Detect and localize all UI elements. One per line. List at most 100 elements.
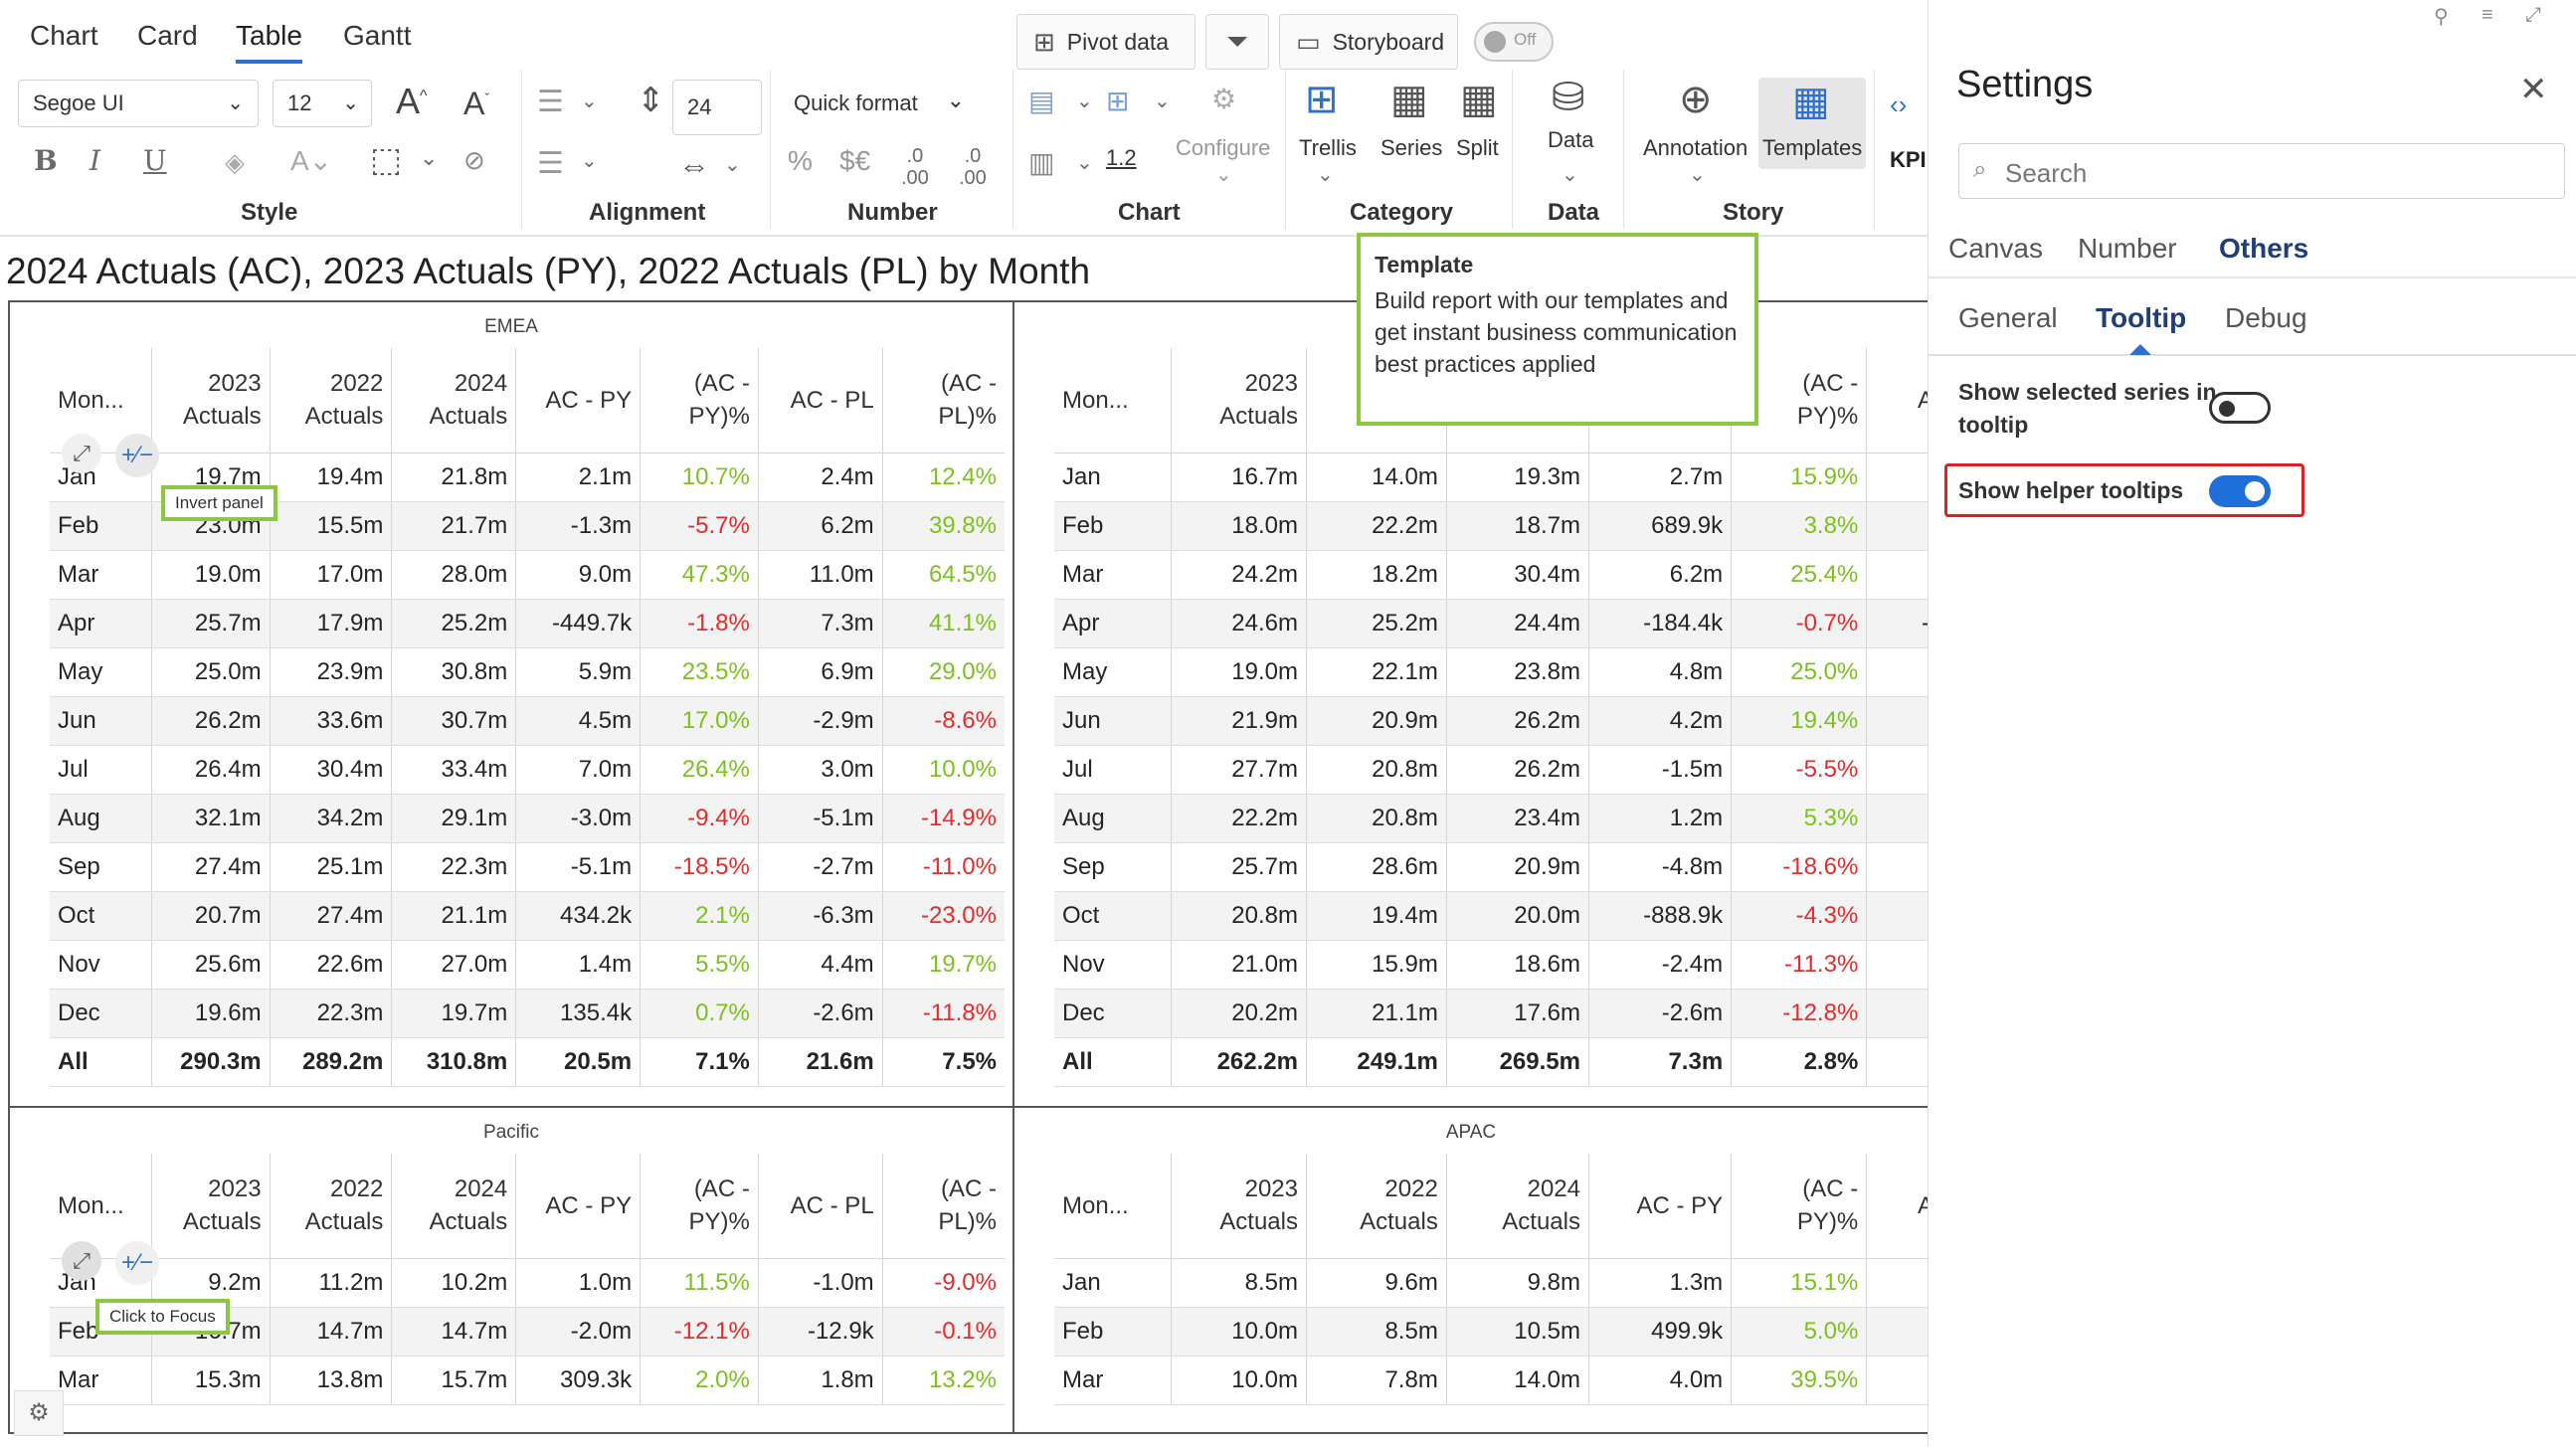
invert-panel-icon[interactable]: +⁄− [115, 434, 159, 477]
trellis-label[interactable]: Trellis [1299, 135, 1357, 161]
series-label[interactable]: Series [1380, 135, 1442, 161]
chevron-down-icon[interactable]: ⌄ [1562, 165, 1578, 185]
column-width-icon[interactable]: ⇔ [678, 149, 710, 181]
kpi-icon[interactable]: ‹› [1890, 91, 1907, 117]
pivot-data-button[interactable]: ⊞ Pivot data [1016, 14, 1196, 70]
table-row[interactable]: Jul27.7m20.8m26.2m-1.5m-5.5%5.4m [1054, 745, 1928, 795]
column-header[interactable]: 2024 Actuals [391, 1154, 516, 1259]
table-row[interactable]: Jan16.7m14.0m19.3m2.7m15.9%5.4m [1054, 452, 1928, 502]
chevron-down-icon[interactable]: ⌄ [1317, 165, 1334, 185]
panel-pacific[interactable]: Pacific Mon... 2023 Actuals 2022 Actuals 20… [8, 1106, 1014, 1434]
column-header[interactable]: AC - PY [515, 348, 641, 453]
search-input[interactable]: ⌕ Search [1958, 143, 2565, 199]
table-total-row[interactable]: All262.2m249.1m269.5m7.3m2.8%20.4m [1054, 1036, 1928, 1087]
table-row[interactable]: May 25.0m 23.9m 30.8m 5.9m 23.5% 6.9m 29.0% [50, 647, 1005, 697]
chevron-down-icon[interactable]: ⌄ [1689, 165, 1706, 185]
data-button-label[interactable]: Data [1548, 127, 1593, 153]
table-row[interactable]: Sep25.7m28.6m20.9m-4.8m-18.6%-7.6m [1054, 842, 1928, 892]
chevron-down-icon[interactable]: ⌄ [1076, 91, 1093, 111]
expand-icon[interactable]: ⤢ [2525, 4, 2541, 27]
configure-label[interactable]: Configure [1176, 135, 1270, 161]
chevron-down-icon[interactable]: ⌄ [724, 155, 741, 175]
annotation-icon[interactable]: ⊕ [1679, 80, 1713, 119]
italic-icon[interactable]: I [90, 147, 100, 175]
table-row[interactable]: Nov21.0m15.9m18.6m-2.4m-11.3%2.7m [1054, 940, 1928, 990]
table-row[interactable]: Jun 26.2m 33.6m 30.7m 4.5m 17.0% -2.9m -8.6% [50, 696, 1005, 746]
filter-button[interactable]: ⏷ [1205, 14, 1269, 70]
font-family-select[interactable]: Segoe UI ⌄ [18, 80, 259, 127]
column-header[interactable]: 2024 Actuals [391, 348, 516, 453]
column-header[interactable]: 2023 Actuals [150, 348, 271, 453]
chevron-down-icon[interactable]: ⌄ [1154, 91, 1171, 111]
close-icon[interactable]: ✕ [2519, 70, 2548, 109]
fill-color-icon[interactable]: ◈ [225, 149, 245, 175]
font-color-icon[interactable]: A⌄ [290, 147, 332, 175]
chevron-down-icon[interactable]: ⌄ [1076, 153, 1093, 173]
templates-button[interactable]: ▦ Templates [1758, 78, 1866, 169]
table-row[interactable]: Apr24.6m25.2m24.4m-184.4k-0.7%-803.0k [1054, 599, 1928, 648]
decrease-font-icon[interactable]: Aˇ [463, 88, 489, 119]
chart-column-icon[interactable]: ▥ [1028, 149, 1054, 177]
column-header[interactable]: (AC - PL)% [881, 1154, 1005, 1259]
increase-font-icon[interactable]: A^ [396, 84, 428, 119]
table-row[interactable]: Mar24.2m18.2m30.4m6.2m25.4%12.2m [1054, 550, 1928, 600]
table-row[interactable]: May19.0m22.1m23.8m4.8m25.0%1.7m [1054, 647, 1928, 697]
row-height-icon[interactable]: ⇕ [637, 84, 665, 117]
vertical-align-icon[interactable]: ☰ [537, 149, 564, 179]
table-row[interactable]: Feb10.0m8.5m10.5m499.9k5.0%2.1m [1054, 1307, 1928, 1357]
table-row[interactable]: Dec 19.6m 22.3m 19.7m 135.4k 0.7% -2.6m -11.8% [50, 989, 1005, 1038]
quick-format-select[interactable]: Quick format ⌄ [780, 80, 991, 127]
table-row[interactable]: Aug22.2m20.8m23.4m1.2m5.3%2.6m [1054, 794, 1928, 843]
table-row[interactable]: Mar 15.3m 13.8m 15.7m 309.3k 2.0% 1.8m 13.2% [50, 1356, 1005, 1405]
table-row[interactable]: Aug 32.1m 34.2m 29.1m -3.0m -9.4% -5.1m -14.9% [50, 794, 1005, 843]
layout-settings-icon[interactable]: ⚙ [14, 1390, 64, 1436]
trellis-icon[interactable]: ⊞ [1305, 80, 1339, 119]
column-header[interactable]: 2022 Actuals [269, 1154, 392, 1259]
settings-tab-number[interactable]: Number [2078, 233, 2177, 265]
panel-emea[interactable]: EMEA Mon... 2023 Actuals 2022 Actuals 2024 … [8, 300, 1014, 1108]
annotation-label[interactable]: Annotation [1643, 135, 1748, 161]
column-header[interactable]: 2023 Actuals [1170, 348, 1307, 453]
column-header[interactable]: AC - PY [515, 1154, 641, 1259]
chevron-down-icon[interactable]: ⌄ [581, 151, 598, 171]
table-row[interactable]: Oct 20.7m 27.4m 21.1m 434.2k 2.1% -6.3m -23.0% [50, 891, 1005, 941]
invert-panel-icon[interactable]: +⁄− [115, 1241, 159, 1285]
currency-icon[interactable]: $€ [839, 147, 870, 175]
table-row[interactable]: Jan8.5m9.6m9.8m1.3m15.1%228.4k [1054, 1258, 1928, 1308]
settings-subtab-tooltip[interactable]: Tooltip [2096, 302, 2186, 334]
column-header[interactable]: 2023 Actuals [150, 1154, 271, 1259]
storyboard-button[interactable]: ▭ Storyboard [1279, 14, 1458, 70]
table-row[interactable]: Jun21.9m20.9m26.2m4.2m19.4%5.3m [1054, 696, 1928, 746]
column-header[interactable]: (AC - PY)% [1731, 1154, 1867, 1259]
column-header[interactable]: (AC - PY)% [640, 348, 759, 453]
row-height-input[interactable]: 24 [672, 80, 762, 135]
panel-apac[interactable]: APAC Mon... 2023 Actuals 2022 Actuals 2024 … [1012, 1106, 1930, 1434]
column-header[interactable]: (AC - PY)% [640, 1154, 759, 1259]
tab-table[interactable]: Table [236, 20, 302, 64]
kpi-label[interactable]: KPI [1890, 147, 1927, 173]
table-total-row[interactable]: All 290.3m 289.2m 310.8m 20.5m 7.1% 21.6m 7.5% [50, 1036, 1005, 1087]
decrease-decimal-icon[interactable]: .0.00 [901, 145, 929, 189]
settings-tab-others[interactable]: Others [2219, 233, 2308, 265]
table-row[interactable]: Apr 25.7m 17.9m 25.2m -449.7k -1.8% 7.3m 41.1% [50, 599, 1005, 648]
table-row[interactable]: Dec20.2m21.1m17.6m-2.6m-12.8%-3.5m [1054, 989, 1928, 1038]
chevron-down-icon[interactable]: ⌄ [581, 91, 598, 111]
borders-icon[interactable]: ⬚ [370, 143, 402, 177]
chart-stack-icon[interactable]: ⊞ [1106, 88, 1129, 115]
chevron-down-icon[interactable]: ⌄ [420, 147, 438, 169]
table-row[interactable]: Nov 25.6m 22.6m 27.0m 1.4m 5.5% 4.4m 19.7% [50, 940, 1005, 990]
table-row[interactable]: Oct20.8m19.4m20.0m-888.9k-4.3%556.9k [1054, 891, 1928, 941]
split-label[interactable]: Split [1456, 135, 1499, 161]
column-header[interactable]: AC - PL [1866, 348, 1928, 453]
font-size-select[interactable]: 12 ⌄ [273, 80, 372, 127]
split-icon[interactable]: ▦ [1460, 80, 1498, 119]
focus-icon[interactable]: ⤢ [62, 434, 101, 473]
series-icon[interactable]: ▦ [1390, 80, 1428, 119]
column-header[interactable]: 2023 Actuals [1170, 1154, 1307, 1259]
pin-icon[interactable]: ⚲ [2434, 4, 2449, 29]
table-row[interactable]: Sep 27.4m 25.1m 22.3m -5.1m -18.5% -2.7m -11.0% [50, 842, 1005, 892]
column-header[interactable]: AC - PL [1866, 1154, 1928, 1259]
column-header[interactable]: 2022 Actuals [269, 348, 392, 453]
column-header[interactable]: AC - PL [757, 348, 883, 453]
column-header[interactable]: Mon... [1054, 1154, 1172, 1259]
